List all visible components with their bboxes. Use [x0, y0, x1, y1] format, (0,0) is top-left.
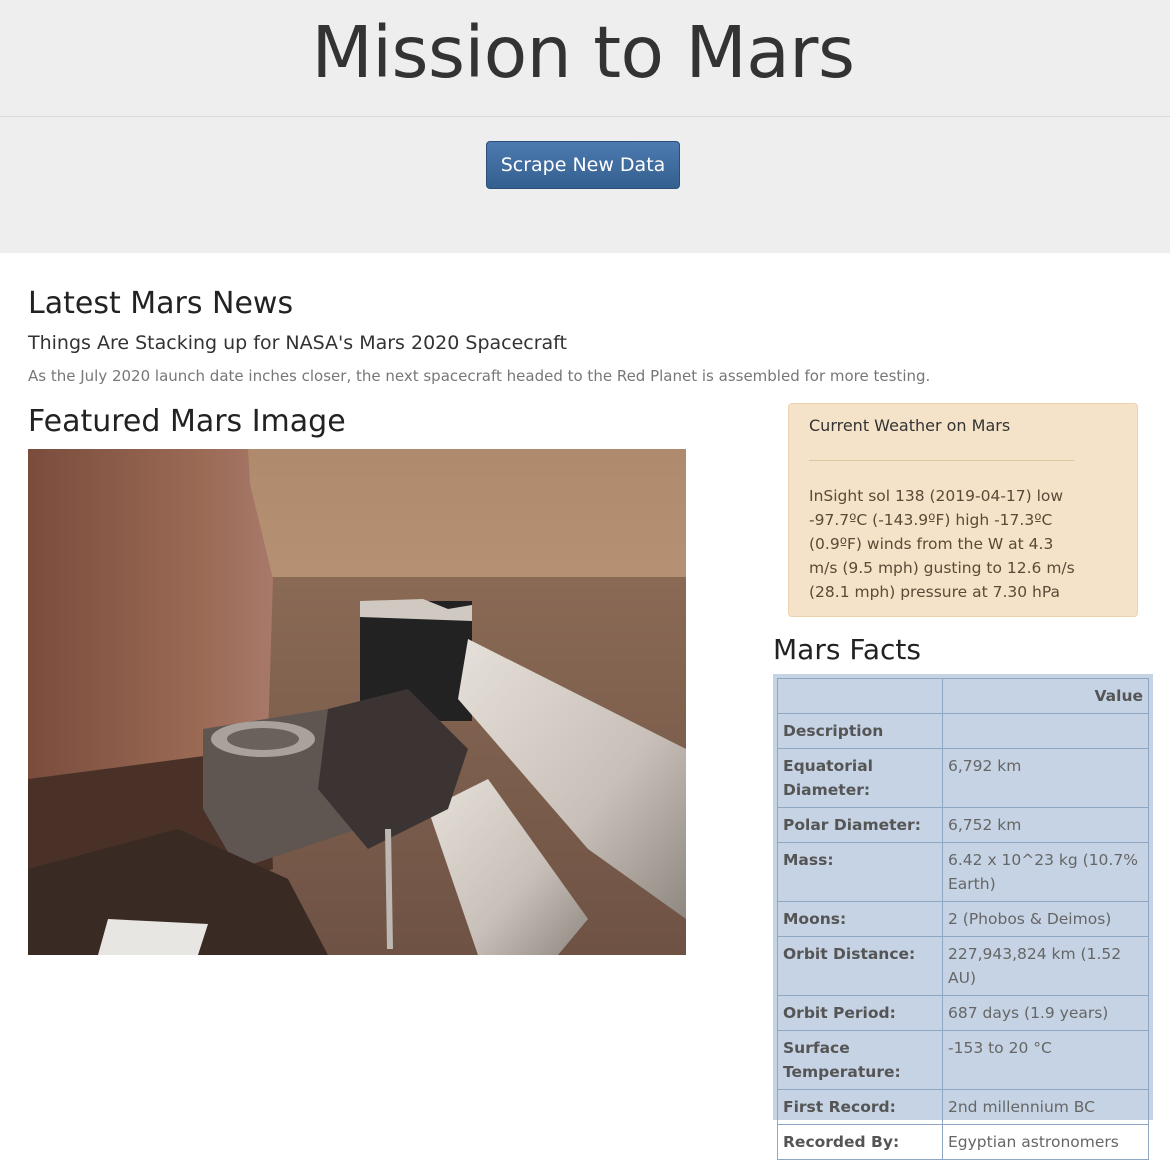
- fact-label: Recorded By:: [777, 1124, 943, 1160]
- fact-value: 2 (Phobos & Deimos): [942, 901, 1149, 937]
- fact-label: Mass:: [777, 842, 943, 902]
- fact-label: First Record:: [777, 1089, 943, 1125]
- facts-header-label: [777, 678, 943, 714]
- table-row: Orbit Period: 687 days (1.9 years): [777, 995, 1149, 1031]
- fact-value: 6,792 km: [942, 748, 1149, 808]
- fact-value: 6.42 x 10^23 kg (10.7% Earth): [942, 842, 1149, 902]
- fact-value: 2nd millennium BC: [942, 1089, 1149, 1125]
- latest-news-heading: Latest Mars News: [28, 286, 294, 321]
- fact-label: Moons:: [777, 901, 943, 937]
- featured-mars-image: [28, 449, 686, 955]
- table-row: Recorded By: Egyptian astronomers: [777, 1124, 1149, 1160]
- fact-label: Equatorial Diameter:: [777, 748, 943, 808]
- news-teaser: As the July 2020 launch date inches clos…: [28, 367, 931, 385]
- fact-label: Orbit Distance:: [777, 936, 943, 996]
- fact-value: 6,752 km: [942, 807, 1149, 843]
- mars-facts-table-container: Value Description Equatorial Diameter: 6,7…: [773, 674, 1153, 1160]
- weather-panel: Current Weather on Mars InSight sol 138 …: [788, 403, 1138, 617]
- facts-header-row: Value: [777, 678, 1149, 714]
- weather-text: InSight sol 138 (2019-04-17) low -97.7ºC…: [809, 487, 1075, 601]
- fact-value: 227,943,824 km (1.52 AU): [942, 936, 1149, 996]
- table-row: Moons: 2 (Phobos & Deimos): [777, 901, 1149, 937]
- table-row: Surface Temperature: -153 to 20 °C: [777, 1030, 1149, 1090]
- news-title: Things Are Stacking up for NASA's Mars 2…: [28, 332, 567, 354]
- mars-facts-table: Value Description Equatorial Diameter: 6,7…: [777, 678, 1149, 1160]
- fact-value: Egyptian astronomers: [942, 1124, 1149, 1160]
- fact-label: Polar Diameter:: [777, 807, 943, 843]
- weather-divider: [809, 460, 1074, 461]
- weather-title: Current Weather on Mars: [809, 416, 1011, 435]
- fact-label: Orbit Period:: [777, 995, 943, 1031]
- table-row: Equatorial Diameter: 6,792 km: [777, 748, 1149, 808]
- table-row: First Record: 2nd millennium BC: [777, 1089, 1149, 1125]
- table-row: Orbit Distance: 227,943,824 km (1.52 AU): [777, 936, 1149, 996]
- fact-label: Description: [777, 713, 943, 749]
- fact-value: -153 to 20 °C: [942, 1030, 1149, 1090]
- fact-value: [942, 713, 1149, 749]
- mars-facts-heading: Mars Facts: [773, 633, 921, 666]
- fact-value: 687 days (1.9 years): [942, 995, 1149, 1031]
- table-row: Mass: 6.42 x 10^23 kg (10.7% Earth): [777, 842, 1149, 902]
- header-divider: [0, 116, 1170, 117]
- scrape-new-data-button[interactable]: Scrape New Data: [486, 141, 680, 189]
- featured-image-heading: Featured Mars Image: [28, 404, 346, 439]
- table-row: Polar Diameter: 6,752 km: [777, 807, 1149, 843]
- fact-label: Surface Temperature:: [777, 1030, 943, 1090]
- page-title: Mission to Mars: [311, 11, 856, 94]
- table-row: Description: [777, 713, 1149, 749]
- jumbotron: Mission to Mars Scrape New Data: [0, 0, 1170, 253]
- facts-header-value: Value: [942, 678, 1149, 714]
